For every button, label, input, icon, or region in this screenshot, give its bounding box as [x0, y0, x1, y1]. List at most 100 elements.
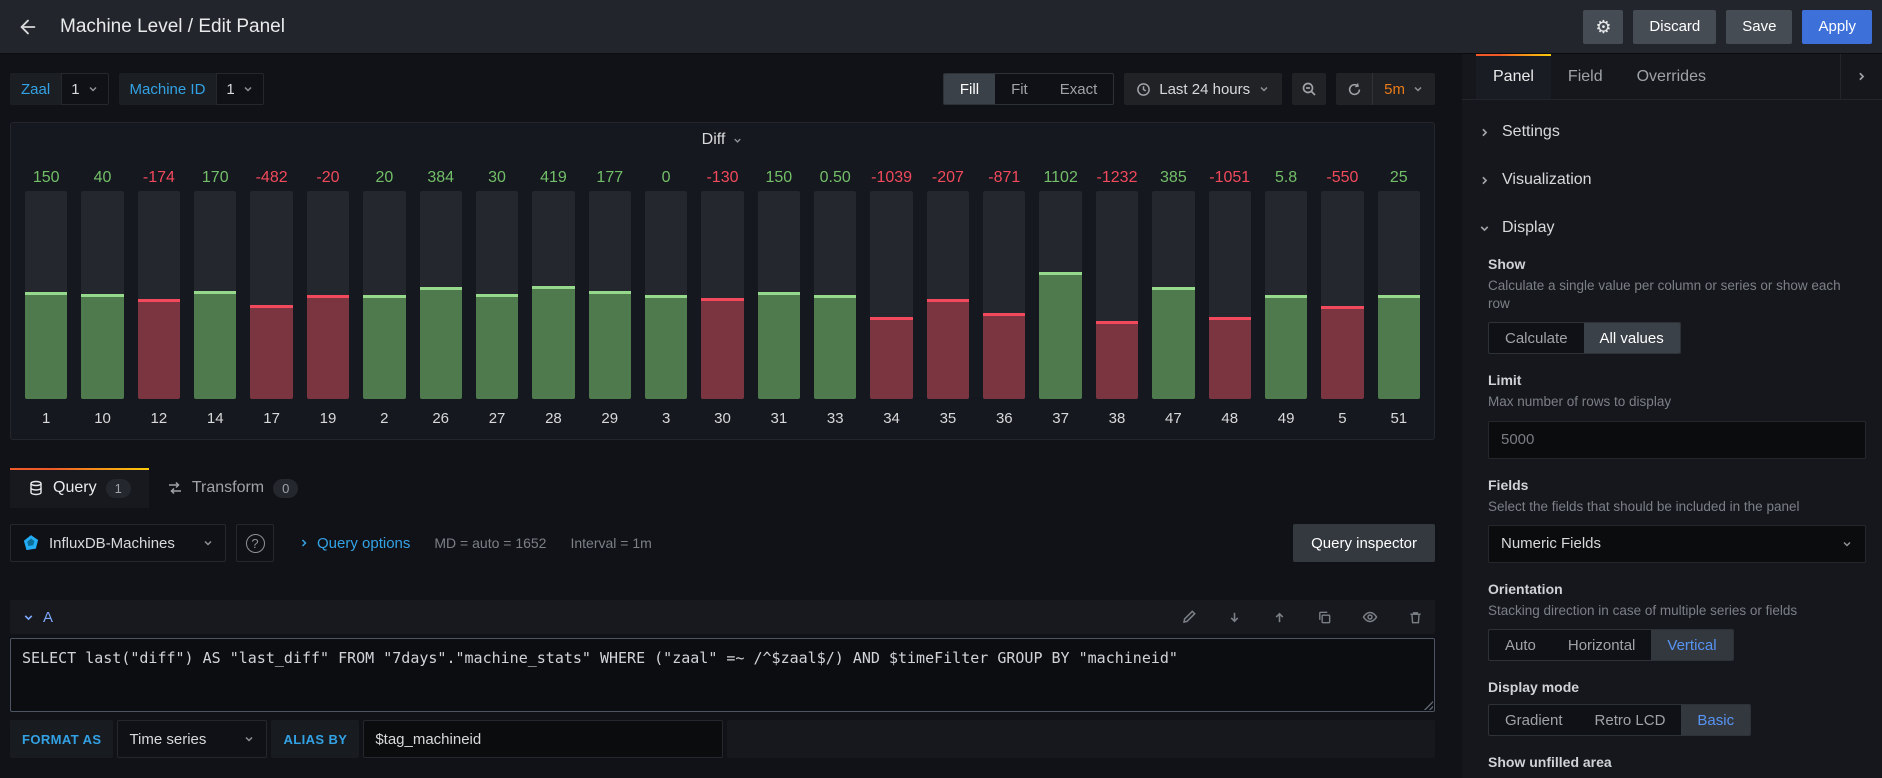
- duplicate-query-button[interactable]: [1317, 610, 1332, 625]
- bar-value-label: 150: [765, 169, 793, 186]
- bar-value-label: 40: [93, 169, 112, 186]
- bar-track: [250, 191, 293, 399]
- tab-field[interactable]: Field: [1551, 54, 1620, 99]
- delete-query-button[interactable]: [1408, 610, 1423, 625]
- influxdb-logo-icon: [22, 534, 40, 552]
- bar-category-label: 28: [545, 410, 562, 427]
- move-query-down-button[interactable]: [1227, 610, 1242, 625]
- tab-overrides[interactable]: Overrides: [1620, 54, 1723, 99]
- bar-category-label: 35: [939, 410, 957, 427]
- query-format-row: FORMAT AS Time series ALIAS BY: [10, 720, 1435, 758]
- disable-query-button[interactable]: [1362, 609, 1378, 625]
- bar-category-label: 12: [150, 410, 168, 427]
- query-row-actions: [1181, 609, 1423, 625]
- bar-track: [870, 191, 913, 399]
- variable-picker: Machine ID 1: [118, 73, 264, 105]
- edit-query-button[interactable]: [1181, 609, 1197, 625]
- option-fit[interactable]: Fit: [995, 74, 1044, 104]
- bar-column: -174 12: [137, 165, 181, 429]
- bar-track: [701, 191, 744, 399]
- refresh-interval-label: 5m: [1384, 80, 1405, 98]
- section-display[interactable]: Display: [1462, 204, 1882, 252]
- discard-button[interactable]: Discard: [1633, 9, 1717, 44]
- bar-category-label: 10: [94, 410, 111, 427]
- back-button[interactable]: [0, 0, 56, 54]
- variable-value-dropdown[interactable]: 1: [61, 73, 109, 105]
- datasource-help-button[interactable]: ?: [236, 524, 274, 562]
- transform-count-badge: 0: [273, 478, 299, 498]
- datasource-picker[interactable]: InfluxDB-Machines: [10, 524, 226, 562]
- option-horizontal[interactable]: Horizontal: [1552, 630, 1652, 660]
- query-options-toggle[interactable]: Query options: [298, 535, 410, 552]
- options-tabs: Panel Field Overrides: [1462, 54, 1882, 100]
- show-label: Show: [1488, 256, 1526, 272]
- bar-track: [419, 191, 462, 399]
- option-calculate[interactable]: Calculate: [1489, 323, 1584, 353]
- bar-column: 03: [644, 165, 688, 429]
- viewport-controls: Fill Fit Exact Last 24 hours 5m: [942, 73, 1435, 105]
- variable-label: Machine ID: [118, 73, 217, 105]
- panel-title-menu[interactable]: Diff: [11, 123, 1434, 157]
- fit-option-group: Fill Fit Exact: [942, 73, 1115, 105]
- option-retro-lcd[interactable]: Retro LCD: [1579, 705, 1682, 735]
- datasource-name: InfluxDB-Machines: [49, 534, 175, 552]
- bar-fill: [1095, 320, 1139, 399]
- bar-fill: [1321, 306, 1364, 399]
- option-basic[interactable]: Basic: [1681, 705, 1751, 736]
- bar-track: [137, 191, 181, 399]
- bar-fill: [757, 291, 801, 399]
- option-fill[interactable]: Fill: [943, 74, 996, 104]
- bar-gauge-chart: 150 1 40 10 -174 12 170 14 -482 17 -20 19 20 2 384 26 30…: [11, 157, 1434, 439]
- bar-track: [926, 191, 970, 399]
- time-range-picker[interactable]: Last 24 hours: [1124, 73, 1283, 105]
- section-settings[interactable]: Settings: [1462, 108, 1882, 156]
- format-as-select[interactable]: Time series: [117, 720, 268, 758]
- bar-track: [1095, 191, 1139, 399]
- section-visualization[interactable]: Visualization: [1462, 156, 1882, 204]
- option-gradient[interactable]: Gradient: [1489, 705, 1579, 735]
- arrow-left-icon: [17, 16, 39, 38]
- orientation-description: Stacking direction in case of multiple s…: [1488, 602, 1798, 618]
- bar-column: 30 27: [475, 165, 519, 429]
- chevron-right-icon: [1478, 174, 1491, 187]
- tab-transform[interactable]: Transform 0: [149, 468, 317, 508]
- tab-panel[interactable]: Panel: [1476, 54, 1551, 99]
- option-auto[interactable]: Auto: [1489, 630, 1552, 660]
- max-data-points-meta: MD = auto = 1652: [434, 535, 547, 551]
- query-row-header[interactable]: A: [10, 600, 1435, 634]
- fields-select[interactable]: Numeric Fields: [1488, 524, 1866, 563]
- bar-value-label: 25: [1389, 169, 1408, 186]
- collapse-options-button[interactable]: [1840, 54, 1882, 99]
- bar-category-label: 47: [1165, 410, 1182, 427]
- bar-column: -482 17: [250, 165, 293, 429]
- gear-icon: ⚙: [1595, 16, 1612, 37]
- trash-icon: [1408, 610, 1423, 625]
- apply-button[interactable]: Apply: [1802, 9, 1872, 44]
- query-inspector-button[interactable]: Query inspector: [1293, 524, 1435, 562]
- query-editor: SELECT last("diff") AS "last_diff" FROM …: [10, 638, 1435, 712]
- option-all-values[interactable]: All values: [1583, 323, 1680, 354]
- bar-category-label: 1: [42, 410, 51, 427]
- zoom-out-button[interactable]: [1292, 73, 1327, 105]
- refresh-button[interactable]: [1336, 73, 1372, 105]
- save-button[interactable]: Save: [1726, 9, 1793, 44]
- bar-track: [1208, 191, 1251, 399]
- bar-fill: [983, 313, 1026, 399]
- query-ref-id: A: [43, 608, 54, 626]
- variable-value-dropdown[interactable]: 1: [216, 73, 264, 105]
- bar-fill: [1039, 272, 1082, 399]
- alias-by-input[interactable]: [363, 720, 724, 758]
- limit-input[interactable]: [1488, 420, 1866, 459]
- query-editor-input[interactable]: SELECT last("diff") AS "last_diff" FROM …: [10, 638, 1435, 712]
- option-vertical[interactable]: Vertical: [1651, 630, 1733, 661]
- move-query-up-button[interactable]: [1272, 610, 1287, 625]
- option-exact[interactable]: Exact: [1044, 74, 1114, 104]
- panel-settings-button[interactable]: ⚙: [1583, 9, 1624, 44]
- arrow-down-icon: [1227, 610, 1242, 625]
- refresh-interval-dropdown[interactable]: 5m: [1372, 73, 1435, 105]
- variable-pickers: Zaal 1 Machine ID 1: [10, 73, 274, 105]
- bar-value-label: 20: [375, 169, 394, 186]
- tab-query[interactable]: Query 1: [10, 468, 149, 508]
- query-count-badge: 1: [105, 478, 131, 498]
- bar-column: 170 14: [194, 165, 237, 429]
